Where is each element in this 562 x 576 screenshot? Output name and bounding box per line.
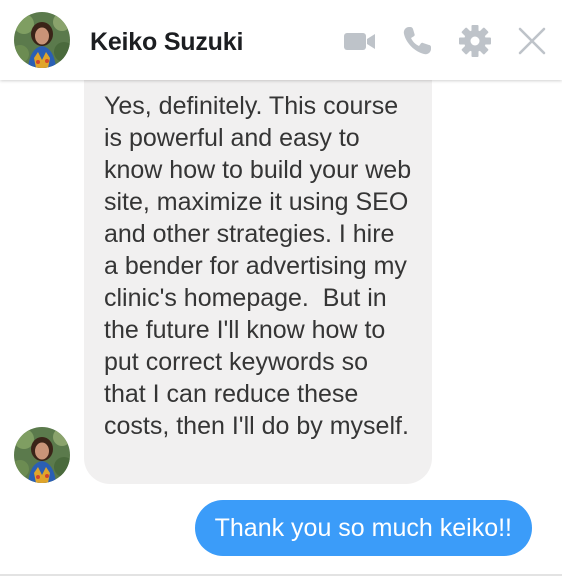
contact-avatar[interactable] — [14, 12, 70, 68]
sender-avatar[interactable] — [14, 427, 70, 483]
incoming-message-text: Yes, definitely. This course is powerful… — [104, 92, 419, 440]
gear-icon[interactable] — [458, 24, 492, 58]
outgoing-message-bubble: Thank you so much keiko!! — [194, 500, 532, 556]
close-icon[interactable] — [515, 24, 549, 58]
contact-name[interactable]: Keiko Suzuki — [90, 28, 243, 57]
chat-header: Keiko Suzuki — [0, 0, 562, 80]
incoming-message-bubble: Yes, definitely. This course is powerful… — [84, 80, 432, 484]
video-camera-icon[interactable] — [342, 24, 376, 58]
phone-icon[interactable] — [400, 24, 434, 58]
message-list[interactable]: Yes, definitely. This course is powerful… — [0, 80, 562, 576]
chat-window: Keiko Suzuki Yes, definitely. This cours… — [0, 0, 562, 576]
